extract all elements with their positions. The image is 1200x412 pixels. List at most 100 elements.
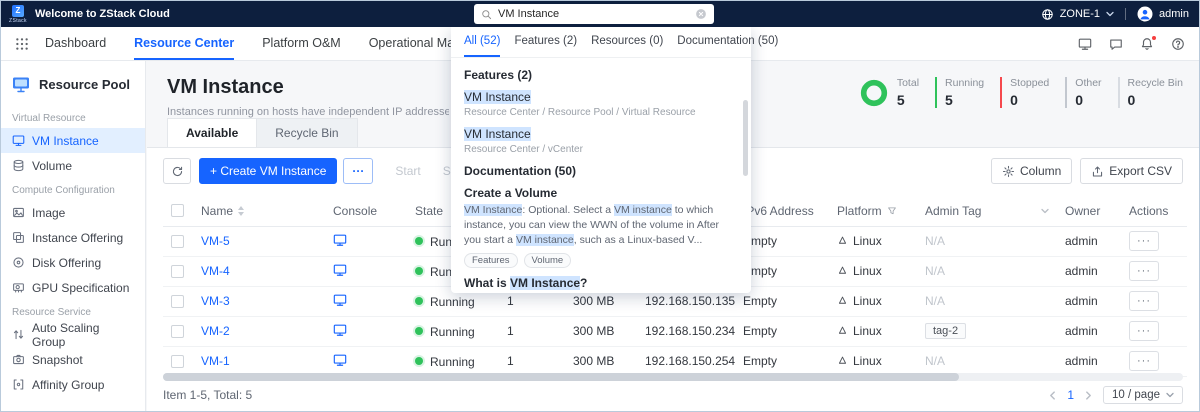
sidebar-item-instance-offering[interactable]: Instance Offering	[1, 225, 145, 250]
chevron-down-icon[interactable]	[1106, 10, 1114, 18]
refresh-button[interactable]	[163, 158, 191, 184]
ip-value: 192.168.150.234	[645, 324, 735, 338]
admin-tag-value: N/A	[925, 294, 945, 308]
sidebar-item-affinity-group[interactable]: Affinity Group	[1, 372, 145, 397]
search-results-body: Features (2) VM Instance Resource Center…	[451, 58, 751, 291]
row-actions-button[interactable]: ···	[1129, 231, 1159, 251]
nav-item-platform-om[interactable]: Platform O&M	[262, 27, 341, 60]
chevron-down-icon[interactable]	[1041, 207, 1049, 215]
row-actions-button[interactable]: ···	[1129, 351, 1159, 371]
linux-icon	[837, 265, 848, 276]
current-page[interactable]: 1	[1067, 388, 1074, 402]
help-icon[interactable]	[1171, 37, 1185, 51]
sidebar-item-volume[interactable]: Volume	[1, 153, 145, 178]
total-donut-chart	[859, 78, 889, 108]
sidebar-item-gpu-specification[interactable]: GPU Specification	[1, 275, 145, 300]
row-actions-button[interactable]: ···	[1129, 261, 1159, 281]
vm-name-link[interactable]: VM-1	[201, 354, 230, 368]
topbar: Z ZStack Welcome to ZStack Cloud ZONE-1 …	[1, 1, 1199, 27]
search-result-feature[interactable]: VM Instance Resource Center / vCenter	[464, 127, 738, 155]
sidebar-title: Resource Pool	[39, 77, 130, 92]
prev-page-icon[interactable]	[1048, 391, 1057, 400]
console-icon[interactable]	[333, 293, 347, 307]
column-header-name[interactable]: Name	[201, 204, 233, 218]
vm-name-link[interactable]: VM-2	[201, 324, 230, 338]
doc-title: Create a Volume	[464, 186, 738, 200]
zstack-logo-icon: Z	[12, 5, 24, 17]
sidebar-item-image[interactable]: Image	[1, 200, 145, 225]
console-icon[interactable]	[1078, 37, 1092, 51]
owner-value: admin	[1065, 234, 1098, 248]
state-text: Running	[430, 294, 475, 308]
column-header-owner: Owner	[1065, 204, 1100, 218]
welcome-text: Welcome to ZStack Cloud	[35, 8, 170, 20]
row-checkbox[interactable]	[171, 295, 184, 308]
export-csv-button[interactable]: Export CSV	[1080, 158, 1183, 184]
user-menu[interactable]: admin	[1159, 8, 1189, 20]
filter-icon[interactable]	[887, 206, 897, 216]
search-tab-all[interactable]: All (52)	[464, 27, 500, 57]
create-vm-instance-button[interactable]: + Create VM Instance	[199, 158, 337, 184]
row-actions-button[interactable]: ···	[1129, 291, 1159, 311]
search-result-feature[interactable]: VM Instance Resource Center / Resource P…	[464, 90, 738, 118]
dropdown-scrollbar[interactable]	[743, 100, 748, 176]
search-result-doc[interactable]: Create a Volume VM Instance: Optional. S…	[464, 186, 738, 268]
page-size-select[interactable]: 10 / page	[1103, 386, 1183, 404]
global-search[interactable]	[474, 4, 714, 24]
clear-search-icon[interactable]	[695, 8, 707, 20]
console-icon[interactable]	[333, 323, 347, 337]
horizontal-scrollbar[interactable]	[163, 373, 1183, 381]
export-icon	[1091, 165, 1104, 178]
next-page-icon[interactable]	[1084, 391, 1093, 400]
message-icon[interactable]	[1109, 37, 1123, 51]
search-tab-documentation[interactable]: Documentation (50)	[677, 27, 778, 57]
console-icon[interactable]	[333, 233, 347, 247]
search-tab-features[interactable]: Features (2)	[514, 27, 577, 57]
column-button[interactable]: Column	[991, 158, 1072, 184]
owner-value: admin	[1065, 354, 1098, 368]
sort-icon[interactable]	[238, 206, 244, 216]
sidebar-item-label: Disk Offering	[32, 256, 101, 270]
user-avatar[interactable]	[1137, 6, 1153, 22]
zone-selector[interactable]: ZONE-1	[1060, 8, 1100, 20]
tab-recycle-bin[interactable]: Recycle Bin	[257, 118, 357, 147]
sidebar-item-auto-scaling-group[interactable]: Auto Scaling Group	[1, 322, 145, 347]
zstack-logo-label: ZStack	[9, 18, 27, 24]
content-tabs: Available Recycle Bin	[167, 118, 358, 147]
scrollbar-thumb[interactable]	[163, 373, 959, 381]
nav-item-resource-center[interactable]: Resource Center	[134, 27, 234, 60]
select-all-checkbox[interactable]	[171, 204, 184, 217]
search-result-tabs: All (52) Features (2) Resources (0) Docu…	[451, 27, 751, 58]
sidebar-item-disk-offering[interactable]: Disk Offering	[1, 250, 145, 275]
sidebar-item-snapshot[interactable]: Snapshot	[1, 347, 145, 372]
console-icon[interactable]	[333, 263, 347, 277]
more-actions-button[interactable]: ···	[343, 158, 373, 184]
vm-name-link[interactable]: VM-5	[201, 234, 230, 248]
search-tab-resources[interactable]: Resources (0)	[591, 27, 663, 57]
sidebar-item-label: VM Instance	[32, 134, 99, 148]
stat-label: Stopped	[1010, 77, 1049, 89]
search-input[interactable]	[498, 8, 689, 20]
row-actions-button[interactable]: ···	[1129, 321, 1159, 341]
console-icon[interactable]	[333, 353, 347, 367]
nav-item-dashboard[interactable]: Dashboard	[45, 27, 106, 60]
table-row: VM-2 Running 1 300 MB 192.168.150.234 Em…	[163, 316, 1187, 346]
row-checkbox[interactable]	[171, 235, 184, 248]
start-button[interactable]: Start	[395, 164, 420, 178]
column-header-ipv6: IPv6 Address	[743, 204, 814, 218]
stat-label: Running	[945, 77, 984, 89]
search-result-doc[interactable]: What is VM Instance? What is VM Instance…	[464, 276, 738, 291]
vm-name-link[interactable]: VM-3	[201, 294, 230, 308]
doc-snippet: VM Instance: Optional. Select a VM insta…	[464, 203, 738, 248]
topbar-right: ZONE-1 admin	[1041, 6, 1189, 22]
tab-available[interactable]: Available	[167, 118, 257, 147]
item-count-summary: Item 1-5, Total: 5	[163, 388, 252, 402]
row-checkbox[interactable]	[171, 325, 184, 338]
sidebar-item-vm-instance[interactable]: VM Instance	[1, 128, 145, 153]
app-grid-icon[interactable]	[15, 37, 29, 51]
row-checkbox[interactable]	[171, 265, 184, 278]
vm-name-link[interactable]: VM-4	[201, 264, 230, 278]
notification-bell[interactable]	[1140, 37, 1154, 51]
row-checkbox[interactable]	[171, 355, 184, 368]
volume-icon	[12, 159, 25, 172]
